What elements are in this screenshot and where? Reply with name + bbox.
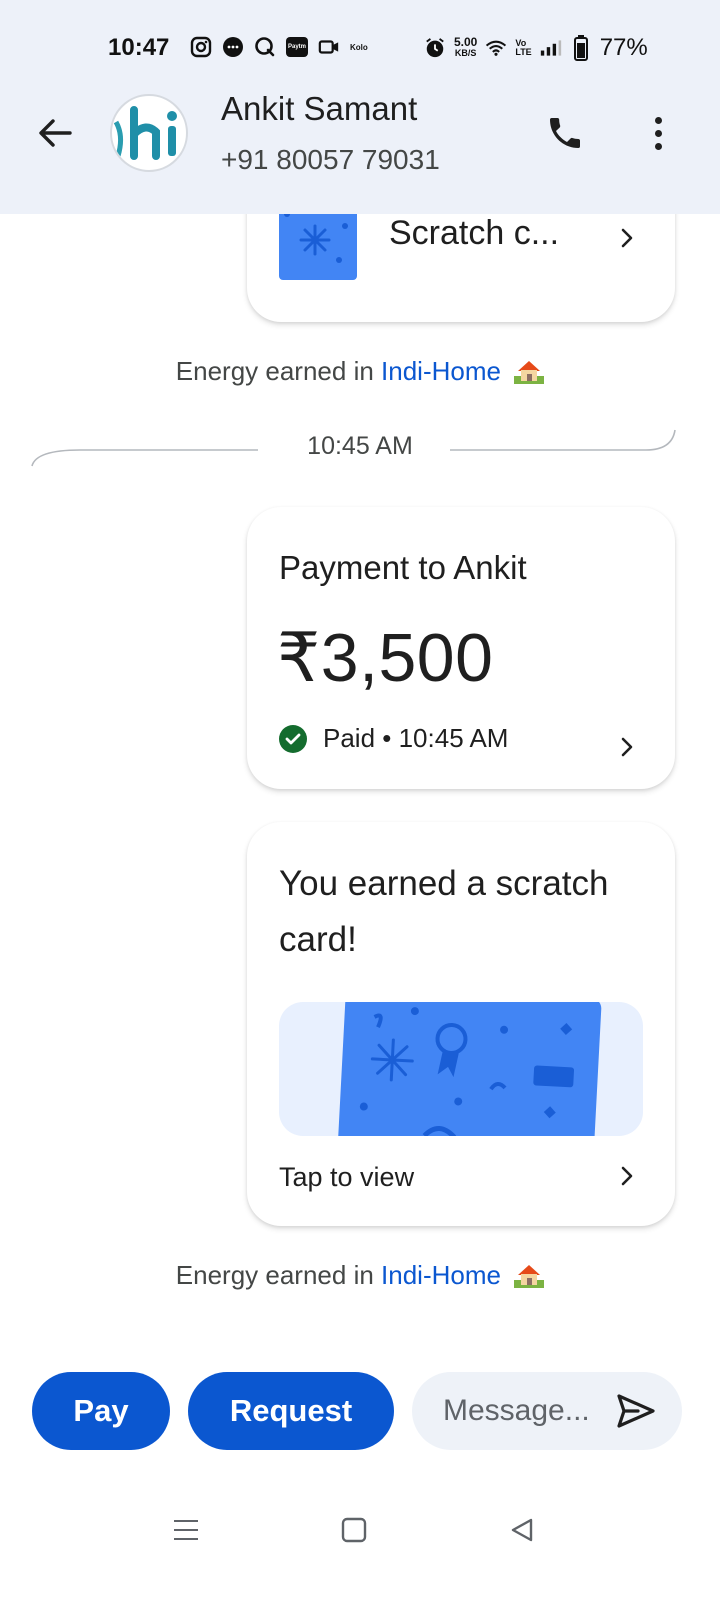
scratch-title: You earned a scratch card! <box>279 864 609 959</box>
status-bar: 10:47 Paytm Kolo 5.00 KB/S Vo LTE 77% <box>0 28 720 68</box>
house-emoji-icon <box>514 361 545 384</box>
tap-to-view-label: Tap to view <box>279 1162 415 1192</box>
contact-phone: +91 80057 79031 <box>221 144 440 175</box>
energy-caption: Energy earned in Indi-Home <box>0 356 720 387</box>
alarm-icon <box>424 37 446 59</box>
chat-header: 10:47 Paytm Kolo 5.00 KB/S Vo LTE 77% An… <box>0 0 720 214</box>
payment-card[interactable]: Payment to Ankit ₹3,500 Paid • 10:45 AM <box>247 507 675 789</box>
request-button[interactable]: Request <box>188 1372 394 1450</box>
q-app-icon <box>254 36 276 58</box>
separator-time: 10:45 AM <box>307 432 413 460</box>
payment-status-text: Paid • 10:45 AM <box>323 723 509 753</box>
energy-caption: Energy earned in Indi-Home <box>0 1260 720 1291</box>
indi-home-link[interactable]: Indi-Home <box>381 1260 501 1290</box>
chevron-right-icon <box>615 735 639 759</box>
pay-button[interactable]: Pay <box>32 1372 170 1450</box>
camera-icon <box>318 36 340 58</box>
nav-back-button[interactable] <box>502 1510 542 1550</box>
scratch-thumbnail-icon <box>279 206 357 280</box>
chevron-right-icon <box>615 1164 639 1188</box>
send-icon[interactable] <box>616 1392 656 1430</box>
network-speed: 5.00 KB/S <box>454 35 478 58</box>
back-button[interactable] <box>34 112 76 154</box>
notification-icons: Paytm Kolo <box>190 36 368 58</box>
avatar-logo-icon <box>113 106 177 160</box>
phone-icon <box>550 118 580 148</box>
house-emoji-icon <box>514 1265 545 1288</box>
scratch-card-reward[interactable]: You earned a scratch card! Tap to view <box>247 822 675 1226</box>
contact-name[interactable]: Ankit Samant <box>221 90 417 128</box>
message-input[interactable]: Message... <box>412 1372 682 1450</box>
nav-recents-button[interactable] <box>166 1510 206 1550</box>
contact-avatar[interactable] <box>110 94 188 172</box>
message-placeholder: Message... <box>443 1394 590 1427</box>
system-icons: 5.00 KB/S Vo LTE 77% <box>424 34 648 62</box>
nav-home-button[interactable] <box>334 1510 374 1550</box>
system-nav-bar <box>0 1500 720 1560</box>
scratch-card-label: Scratch c... <box>389 214 560 252</box>
more-dot-icon <box>654 142 662 150</box>
signal-icon <box>540 37 562 59</box>
menu-lines-icon <box>174 1520 198 1540</box>
scratch-card-image <box>336 1002 602 1136</box>
call-button[interactable] <box>542 110 588 156</box>
check-circle-icon <box>279 724 307 753</box>
instagram-icon <box>190 36 212 58</box>
chevron-right-icon <box>615 226 639 250</box>
payment-status: Paid • 10:45 AM <box>279 723 508 754</box>
more-options-button[interactable] <box>640 110 676 156</box>
chat-screen: 10:47 Paytm Kolo 5.00 KB/S Vo LTE 77% An… <box>0 0 720 1600</box>
payment-title: Payment to Ankit <box>279 549 527 586</box>
kolo-icon: Kolo <box>350 42 368 52</box>
payment-amount: ₹3,500 <box>277 620 494 696</box>
battery-icon <box>570 35 592 61</box>
indi-home-link[interactable]: Indi-Home <box>381 356 501 386</box>
battery-percent: 77% <box>599 34 648 61</box>
messenger-icon <box>222 36 244 58</box>
triangle-back-icon <box>511 1518 533 1542</box>
volte-indicator: Vo LTE <box>515 38 532 57</box>
scratch-card-visual <box>279 1002 643 1136</box>
paytm-icon: Paytm <box>286 37 308 57</box>
back-arrow-icon <box>39 119 72 147</box>
status-time: 10:47 <box>108 34 170 61</box>
square-home-icon <box>341 1517 367 1543</box>
wifi-icon <box>485 37 507 59</box>
more-dot-icon <box>654 129 662 137</box>
more-dot-icon <box>654 116 662 124</box>
time-separator: 10:45 AM <box>0 420 720 480</box>
